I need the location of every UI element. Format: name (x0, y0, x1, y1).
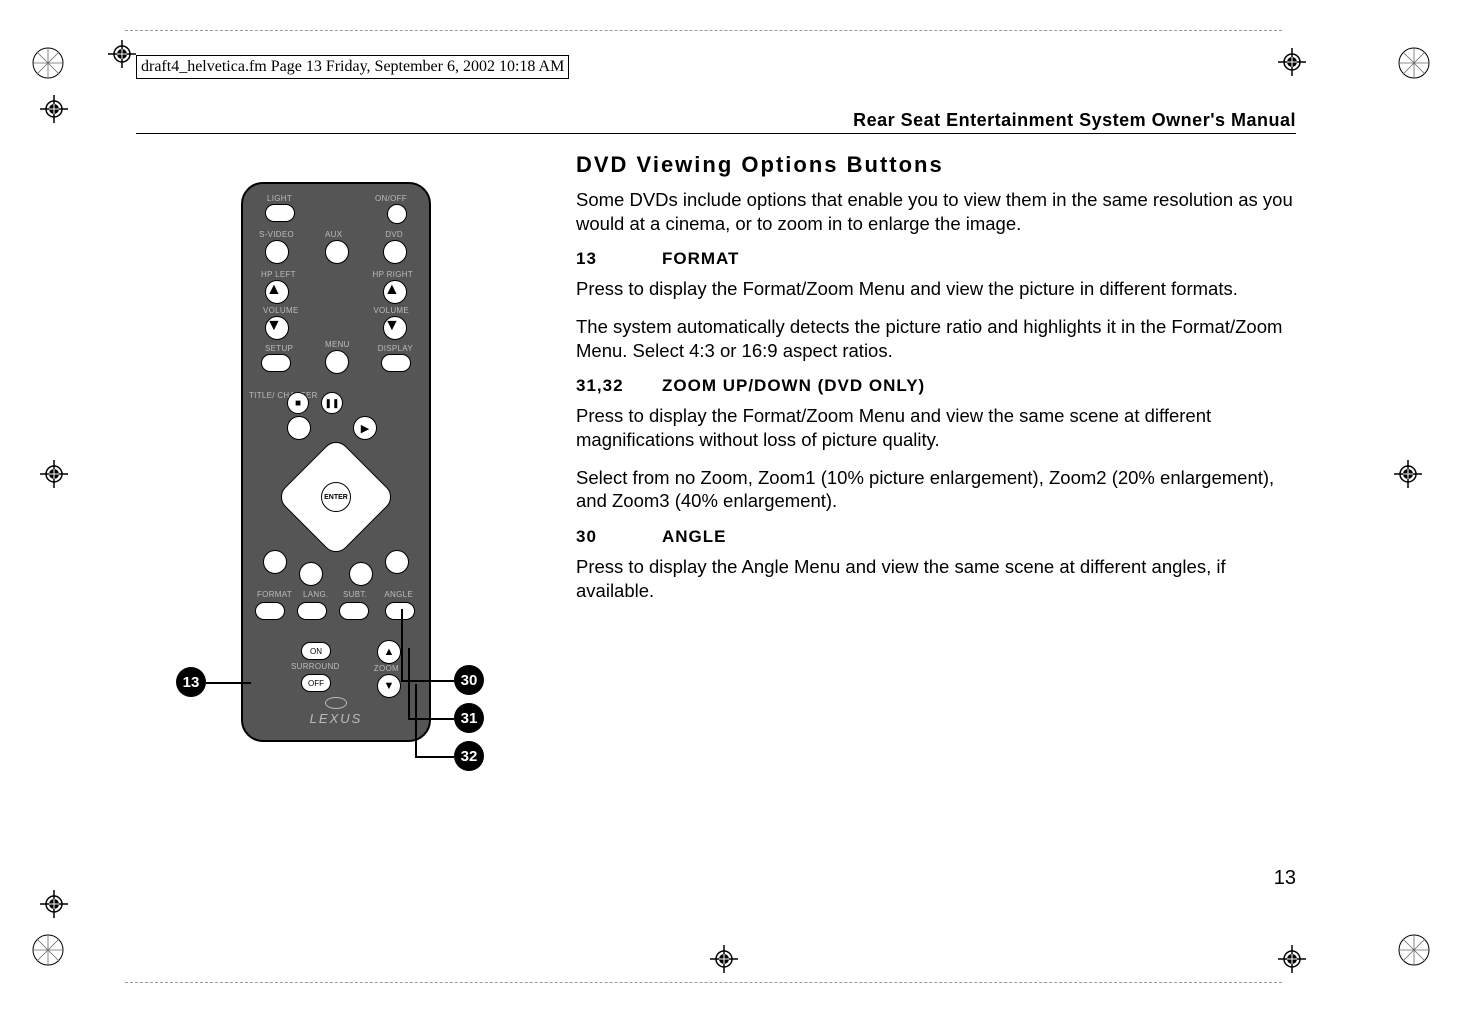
section-heading: DVD Viewing Options Buttons (576, 152, 1296, 178)
btn-label-aux: AUX (325, 230, 342, 239)
format-button-icon (255, 602, 285, 620)
item-name: ZOOM UP/DOWN (DVD ONLY) (662, 376, 925, 396)
angle-button-icon (385, 602, 415, 620)
item-num: 13 (576, 249, 632, 269)
btn-label-angle: ANGLE (384, 590, 413, 599)
btn-label-light: LIGHT (267, 194, 292, 203)
item-paragraph: Select from no Zoom, Zoom1 (10% picture … (576, 466, 1296, 513)
display-button-icon (381, 354, 411, 372)
leader-line (415, 756, 454, 758)
setup-button-icon (261, 354, 291, 372)
btn-label-lang: LANG. (303, 590, 329, 599)
register-cross-icon (40, 890, 68, 918)
register-cross-icon (108, 40, 136, 68)
zoom-up-button-icon: ▲ (377, 640, 401, 664)
btn-label-menu: MENU (325, 340, 350, 349)
printer-mark-icon (30, 932, 66, 968)
svideo-button-icon (265, 240, 289, 264)
prev-track-icon (263, 550, 287, 574)
item-paragraph: Press to display the Angle Menu and view… (576, 555, 1296, 602)
surround-on-button-icon: ON (301, 642, 331, 660)
btn-label-display: DISPLAY (378, 344, 413, 353)
item-num: 31,32 (576, 376, 632, 396)
ffwd-icon (349, 562, 373, 586)
btn-label-svideo: S-VIDEO (259, 230, 294, 239)
item-paragraph: Press to display the Format/Zoom Menu an… (576, 404, 1296, 451)
item-name: FORMAT (662, 249, 739, 269)
hp-right-up-icon: ▲ (383, 280, 407, 304)
framemaker-header: draft4_helvetica.fm Page 13 Friday, Sept… (136, 55, 569, 79)
crop-line (125, 30, 1282, 31)
printer-mark-icon (30, 45, 66, 81)
aux-button-icon (325, 240, 349, 264)
btn-label-volume-l: VOLUME (263, 306, 299, 315)
lexus-logo-icon: LEXUS (243, 697, 429, 726)
power-button-icon (387, 204, 407, 224)
page-number: 13 (1274, 867, 1296, 890)
register-cross-icon (710, 945, 738, 973)
surround-off-button-icon: OFF (301, 674, 331, 692)
stop-button-icon: ■ (287, 392, 309, 414)
pause-button-icon: ❚❚ (321, 392, 343, 414)
register-cross-icon (1394, 460, 1422, 488)
crop-line (125, 982, 1282, 983)
btn-label-hpright: HP RIGHT (373, 270, 413, 279)
running-head: Rear Seat Entertainment System Owner's M… (136, 110, 1296, 131)
printer-mark-icon (1396, 932, 1432, 968)
dvd-button-icon (383, 240, 407, 264)
menu-button-icon (325, 350, 349, 374)
rewind-icon (299, 562, 323, 586)
btn-label-format: FORMAT (257, 590, 292, 599)
dpad-icon: ENTER (293, 454, 379, 540)
item-label: 30 ANGLE (576, 527, 1296, 547)
register-cross-icon (1278, 945, 1306, 973)
item-label: 13 FORMAT (576, 249, 1296, 269)
leader-line (206, 682, 251, 684)
item-name: ANGLE (662, 527, 727, 547)
item-num: 30 (576, 527, 632, 547)
register-cross-icon (40, 95, 68, 123)
item-paragraph: Press to display the Format/Zoom Menu an… (576, 277, 1296, 301)
content-frame: Rear Seat Entertainment System Owner's M… (136, 110, 1296, 910)
item-label: 31,32 ZOOM UP/DOWN (DVD ONLY) (576, 376, 1296, 396)
callout-32: 32 (454, 741, 484, 771)
subt-button-icon (339, 602, 369, 620)
btn-label-surround: SURROUND (291, 662, 340, 671)
register-cross-icon (40, 460, 68, 488)
btn-label-zoom: ZOOM (374, 664, 399, 673)
btn-label-setup: SETUP (265, 344, 293, 353)
item-paragraph: The system automatically detects the pic… (576, 315, 1296, 362)
figure-remote: LIGHT ON/OFF S-VIDEO AUX DVD HP LEFT HP … (136, 152, 536, 742)
hp-left-down-icon: ▼ (265, 316, 289, 340)
callout-30: 30 (454, 665, 484, 695)
register-cross-icon (1278, 48, 1306, 76)
light-button-icon (265, 204, 295, 222)
leader-line (408, 648, 410, 720)
btn-label-volume-r: VOLUME (373, 306, 409, 315)
enter-button-icon: ENTER (321, 482, 351, 512)
btn-label-subt: SUBT. (343, 590, 367, 599)
callout-13: 13 (176, 667, 206, 697)
zoom-down-button-icon: ▼ (377, 674, 401, 698)
leader-line (401, 609, 403, 682)
intro-paragraph: Some DVDs include options that enable yo… (576, 188, 1296, 235)
page: draft4_helvetica.fm Page 13 Friday, Sept… (0, 0, 1462, 1013)
rule (136, 133, 1296, 134)
hp-left-up-icon: ▲ (265, 280, 289, 304)
btn-label-dvd: DVD (385, 230, 403, 239)
btn-label-onoff: ON/OFF (375, 194, 407, 203)
printer-mark-icon (1396, 45, 1432, 81)
callout-31: 31 (454, 703, 484, 733)
hp-right-down-icon: ▼ (383, 316, 407, 340)
text-column: DVD Viewing Options Buttons Some DVDs in… (576, 152, 1296, 742)
title-chapter-button-icon (287, 416, 311, 440)
play-button-icon: ▶ (353, 416, 377, 440)
leader-line (415, 684, 417, 758)
lang-button-icon (297, 602, 327, 620)
next-track-icon (385, 550, 409, 574)
btn-label-hpleft: HP LEFT (261, 270, 296, 279)
